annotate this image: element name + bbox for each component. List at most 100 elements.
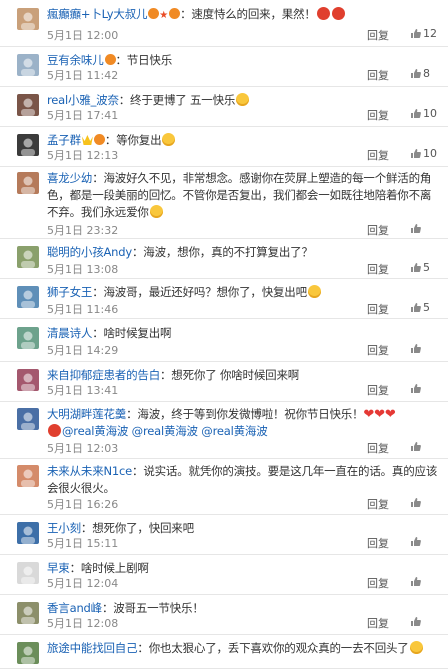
avatar[interactable] [17, 327, 39, 349]
comment-text-block: 狮子女王：海波哥，最近还好吗？想你了，快复出吧 [47, 284, 442, 301]
like-button[interactable]: 12 [410, 27, 437, 40]
username-link[interactable]: 旅途中能找回自己 [47, 641, 138, 655]
like-button[interactable] [410, 222, 423, 235]
comment-row: 瘋癲癲+卜Ly大叔儿 ★ ：速度恃么的回来，果然！ 5月1日 12:00 回复 12 [0, 0, 448, 47]
like-button[interactable] [410, 535, 423, 548]
avatar[interactable] [17, 562, 39, 584]
avatar[interactable] [17, 522, 39, 544]
comment-row: 来自抑郁症患者的告白：想死你了 你啥时候回来啊 5月1日 13:41 回复 [0, 362, 448, 402]
username-link[interactable]: 狮子女王 [47, 285, 92, 299]
username-link[interactable]: 聪明的小孩Andy [47, 245, 132, 259]
comment-timestamp: 5月1日 13:41 [47, 384, 119, 397]
comment-text-block: 旅途中能找回自己：你也太狠心了，丢下喜欢你的观众真的一去不回头了 [47, 640, 442, 657]
like-button[interactable] [410, 342, 423, 355]
like-count: 8 [423, 67, 430, 80]
comment-row: 喜龙少幼：海波好久不见，非常想念。感谢你在荧屏上塑造的每一个鲜活的角色，都是一段… [0, 167, 448, 239]
reply-button[interactable]: 回复 [367, 27, 389, 43]
reply-button[interactable]: 回复 [367, 147, 389, 163]
like-button[interactable] [410, 496, 423, 509]
like-button[interactable]: 8 [410, 67, 430, 80]
avatar[interactable] [17, 602, 39, 624]
reply-button[interactable]: 回复 [367, 107, 389, 123]
comment-text: ：海波，想你，真的不打算复出了？ [131, 245, 313, 259]
avatar[interactable] [17, 369, 39, 391]
avatar[interactable] [17, 172, 39, 194]
avatar[interactable] [17, 286, 39, 308]
thumbs-up-icon [410, 576, 421, 587]
avatar[interactable] [17, 246, 39, 268]
reply-button[interactable]: 回复 [367, 440, 389, 456]
avatar[interactable] [17, 465, 39, 487]
comment-timestamp: 5月1日 17:41 [47, 109, 119, 122]
username-link[interactable]: 豆有余味儿 [47, 53, 104, 67]
reply-button[interactable]: 回复 [367, 342, 389, 358]
reply-button[interactable]: 回复 [367, 301, 389, 317]
avatar[interactable] [17, 408, 39, 430]
comment-timestamp: 5月1日 23:32 [47, 224, 119, 237]
like-button[interactable]: 5 [410, 261, 430, 274]
mention-link[interactable]: @real黄海波 @real黄海波 @real黄海波 [62, 424, 268, 438]
username-link[interactable]: 来自抑郁症患者的告白 [47, 368, 160, 382]
username-link[interactable]: 瘋癲癲+卜Ly大叔儿 [47, 7, 147, 21]
like-button[interactable]: 10 [410, 107, 437, 120]
thumbs-up-icon [410, 383, 421, 394]
comment-timestamp: 5月1日 12:13 [47, 149, 119, 162]
comment-row: real小雅_波奈：终于更博了 五一快乐 5月1日 17:41 回复 10 [0, 87, 448, 127]
comment-text: ：啥时候复出啊 [92, 326, 172, 340]
comment-row: 未来从未来N1ce：说实话。就凭你的演技。要是这几年一直在的话。真的应该会很火很… [0, 459, 448, 515]
like-button[interactable]: 5 [410, 301, 430, 314]
reply-button[interactable]: 回复 [367, 382, 389, 398]
like-button[interactable]: 10 [410, 147, 437, 160]
thumbs-up-icon [410, 68, 421, 79]
username-link[interactable]: 早束 [47, 561, 70, 575]
thumbs-up-icon [410, 223, 421, 234]
comment-text: ：海波哥，最近还好吗？想你了，快复出吧 [92, 285, 307, 299]
like-button[interactable] [410, 615, 423, 628]
reply-button[interactable]: 回复 [367, 575, 389, 591]
username-link[interactable]: real小雅_波奈 [47, 93, 119, 107]
comment-text-block: 聪明的小孩Andy：海波，想你，真的不打算复出了？ [47, 244, 442, 261]
comment-text: ：终于更博了 五一快乐 [118, 93, 236, 107]
comment-timestamp: 5月1日 16:26 [47, 498, 119, 511]
thumbs-up-icon [410, 441, 421, 452]
like-button[interactable] [410, 382, 423, 395]
username-link[interactable]: 清晨诗人 [47, 326, 92, 340]
thumbs-up-icon [410, 262, 421, 273]
comment-timestamp: 5月1日 12:03 [47, 442, 119, 455]
comment-row: 孟子群 ：等你复出 5月1日 12:13 回复 10 [0, 127, 448, 167]
reply-button[interactable]: 回复 [367, 496, 389, 512]
comment-row: 早束：啥时候上剧啊 5月1日 12:04 回复 [0, 555, 448, 595]
username-link[interactable]: 王小刻 [47, 521, 81, 535]
reply-button[interactable]: 回复 [367, 261, 389, 277]
avatar[interactable] [17, 642, 39, 664]
thumbs-up-icon [410, 536, 421, 547]
comment-row: 聪明的小孩Andy：海波，想你，真的不打算复出了？ 5月1日 13:08 回复 … [0, 239, 448, 279]
comment-timestamp: 5月1日 15:11 [47, 537, 119, 550]
username-link[interactable]: 大明湖畔莲花羹 [47, 407, 126, 421]
avatar[interactable] [17, 54, 39, 76]
reply-button[interactable]: 回复 [367, 615, 389, 631]
reply-button[interactable]: 回复 [367, 222, 389, 238]
like-button[interactable] [410, 440, 423, 453]
avatar[interactable] [17, 8, 39, 30]
thumbs-up-emoji-icon [162, 133, 176, 146]
comment-timestamp: 5月1日 12:08 [47, 617, 119, 630]
comment-text: ：你也太狠心了，丢下喜欢你的观众真的一去不回头了 [137, 641, 409, 655]
comment-text-block: 未来从未来N1ce：说实话。就凭你的演技。要是这几年一直在的话。真的应该会很火很… [47, 463, 442, 497]
thumbs-up-icon [410, 302, 421, 313]
reply-button[interactable]: 回复 [367, 535, 389, 551]
comment-text: ：速度恃么的回来，果然！ [180, 7, 316, 21]
member-icon [93, 134, 105, 145]
avatar[interactable] [17, 94, 39, 116]
username-link[interactable]: 香言and峰 [47, 601, 102, 615]
emoji-icon [331, 7, 345, 20]
comment-timestamp: 5月1日 14:29 [47, 344, 119, 357]
avatar[interactable] [17, 134, 39, 156]
username-link[interactable]: 孟子群 [47, 133, 81, 147]
heart-icon: ❤ [384, 407, 396, 422]
reply-button[interactable]: 回复 [367, 67, 389, 83]
username-link[interactable]: 喜龙少幼 [47, 171, 92, 185]
username-link[interactable]: 未来从未来N1ce [47, 464, 132, 478]
like-button[interactable] [410, 575, 423, 588]
vip-crown-icon [81, 135, 93, 145]
